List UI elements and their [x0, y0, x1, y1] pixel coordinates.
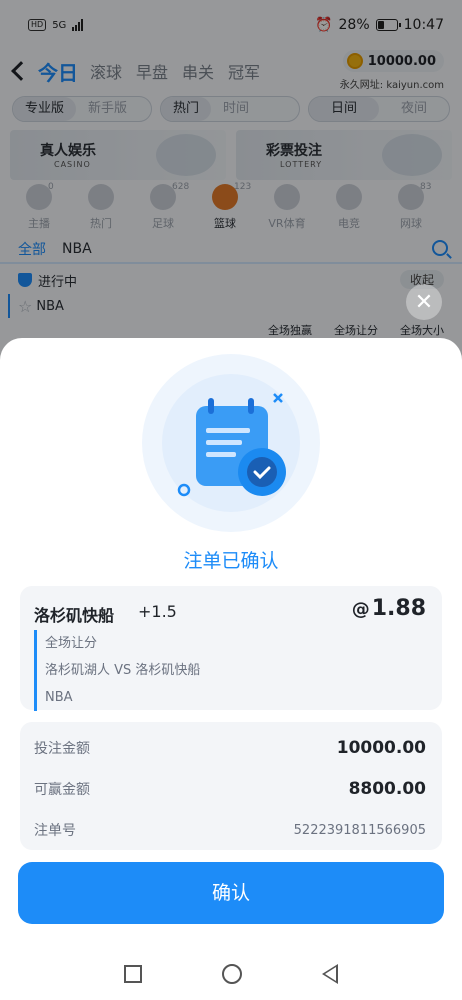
ticket-row: 注单号 5222391811566905: [34, 820, 426, 840]
ticket-number: 5222391811566905: [293, 822, 426, 838]
stake-label: 投注金额: [34, 741, 90, 757]
odds-value: 1.88: [371, 596, 426, 621]
bet-handicap: +1.5: [138, 602, 177, 621]
bet-detail-card: 洛杉矶快船 +1.5 @1.88 全场让分 洛杉矶湖人 VS 洛杉矶快船 NBA: [20, 586, 442, 711]
back-triangle-icon[interactable]: [322, 964, 338, 984]
bet-summary-card: 投注金额 10000.00 可赢金额 8800.00 注单号 522239181…: [20, 722, 442, 850]
bet-match: 洛杉矶湖人 VS 洛杉矶快船: [45, 663, 201, 678]
confirmation-illustration: [142, 354, 320, 532]
payout-row: 可赢金额 8800.00: [34, 779, 426, 799]
bet-odds: @1.88: [352, 596, 426, 621]
bet-market: 全场让分: [45, 636, 98, 651]
payout-value: 8800.00: [348, 779, 426, 799]
payout-label: 可赢金额: [34, 782, 90, 798]
ticket-label: 注单号: [34, 823, 76, 839]
close-icon[interactable]: ✕: [406, 284, 442, 320]
bet-details: 全场让分 洛杉矶湖人 VS 洛杉矶快船 NBA: [34, 630, 200, 711]
bet-selection: 洛杉矶快船: [34, 606, 115, 625]
bet-league: NBA: [45, 690, 73, 705]
recents-icon[interactable]: [124, 965, 142, 983]
clipboard-check-icon: [177, 393, 286, 497]
stake-row: 投注金额 10000.00: [34, 738, 426, 758]
confirm-button[interactable]: 确认: [18, 862, 444, 924]
confirmation-title: 注单已确认: [183, 550, 279, 572]
system-nav-bar: [0, 948, 462, 1000]
stake-value: 10000.00: [336, 738, 426, 758]
bet-confirmation-sheet: 注单已确认 洛杉矶快船 +1.5 @1.88 全场让分 洛杉矶湖人 VS 洛杉矶…: [0, 338, 462, 1000]
odds-prefix: @: [351, 599, 370, 620]
home-icon[interactable]: [222, 964, 242, 984]
